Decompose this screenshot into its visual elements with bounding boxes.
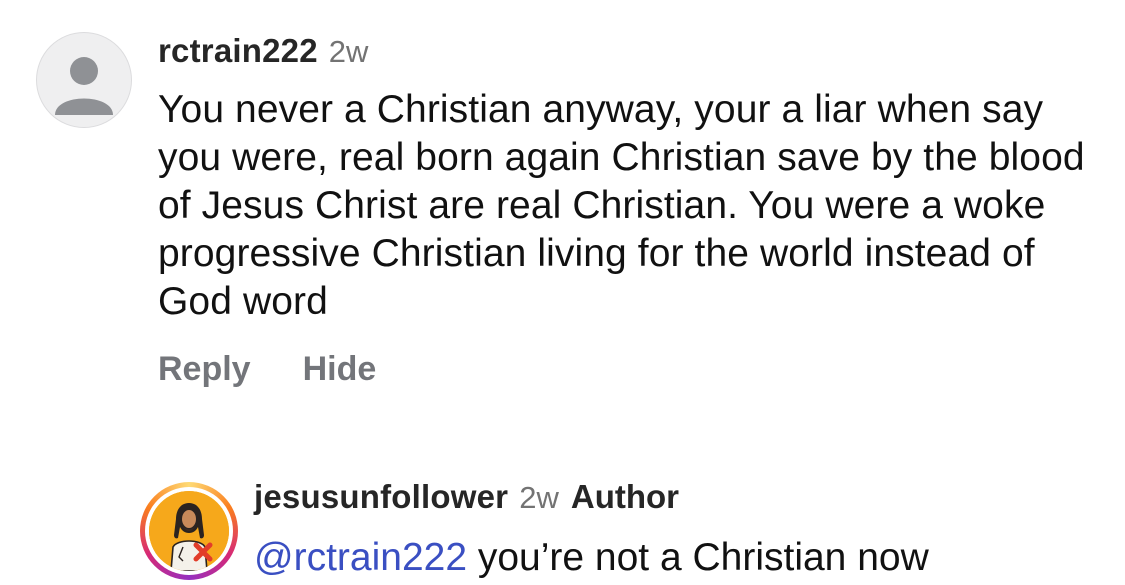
avatar[interactable] (36, 32, 132, 128)
comment-text: You never a Christian anyway, your a lia… (158, 88, 1085, 323)
reply-button[interactable]: Reply (158, 350, 251, 389)
comment-header: jesusunfollower 2w Author (254, 478, 679, 516)
comment-text: @rctrain222 you’re not a Christian now (254, 534, 929, 582)
reply-comment: jesusunfollower 2w Author @rctrain222 yo… (0, 440, 1125, 585)
story-ring-gap (145, 487, 233, 575)
default-profile-icon (55, 57, 113, 115)
comment-actions: Reply Hide (158, 350, 376, 389)
timestamp: 2w (519, 480, 559, 515)
username[interactable]: jesusunfollower (254, 478, 508, 516)
avatar[interactable] (149, 491, 229, 571)
hide-button[interactable]: Hide (303, 350, 377, 389)
author-badge: Author (570, 478, 679, 515)
jesus-unfollow-avatar-icon (149, 491, 229, 571)
comment-header: rctrain222 2w (158, 32, 368, 76)
reply-text: you’re not a Christian now (467, 536, 929, 579)
timestamp: 2w (328, 34, 369, 69)
comment: rctrain222 2w You never a Christian anyw… (0, 0, 1125, 420)
mention-link[interactable]: @rctrain222 (254, 536, 467, 579)
story-ring[interactable] (140, 482, 238, 580)
username[interactable]: rctrain222 (158, 32, 318, 70)
